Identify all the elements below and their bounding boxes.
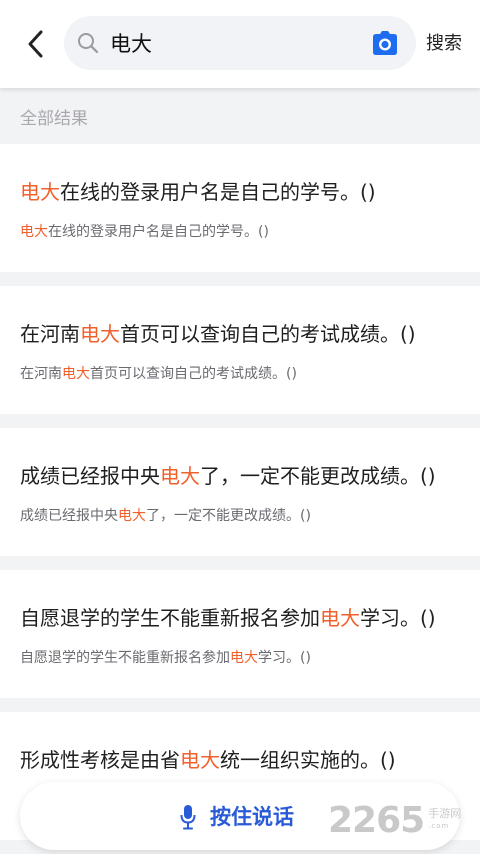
keyword-highlight: 电大 (20, 180, 60, 204)
result-title: 成绩已经报中央电大了，一定不能更改成绩。() (20, 462, 470, 490)
watermark-label: 手游网 (428, 807, 462, 820)
search-input[interactable] (110, 16, 360, 70)
result-title: 电大在线的登录用户名是自己的学号。() (20, 178, 470, 206)
camera-icon[interactable] (370, 29, 400, 57)
search-icon (78, 33, 99, 54)
result-snippet-text: 成绩已经报中央 (20, 508, 118, 524)
result-title-text: 首页可以查询自己的考试成绩。() (120, 322, 416, 346)
back-button[interactable] (18, 24, 54, 64)
result-title-text: 了，一定不能更改成绩。() (200, 464, 436, 488)
result-title: 自愿退学的学生不能重新报名参加电大学习。() (20, 604, 470, 632)
microphone-icon (180, 805, 196, 830)
keyword-highlight: 电大 (62, 366, 90, 382)
result-title-text: 成绩已经报中央 (20, 464, 160, 488)
result-title: 在河南电大首页可以查询自己的考试成绩。() (20, 320, 470, 348)
section-label: 全部结果 (20, 109, 88, 129)
result-title-text: 在线的登录用户名是自己的学号。() (60, 180, 376, 204)
watermark-logo: 2265 手游网 .com (328, 798, 478, 842)
result-title-text: 统一组织实施的。() (220, 748, 396, 772)
result-snippet-text: 在线的登录用户名是自己的学号。() (48, 224, 269, 240)
result-card[interactable]: 在河南电大首页可以查询自己的考试成绩。() 在河南电大首页可以查询自己的考试成绩。… (0, 286, 480, 414)
watermark-number: 2265 (328, 799, 425, 841)
watermark-sub: .com (428, 822, 450, 830)
search-button[interactable]: 搜索 (426, 30, 462, 58)
chevron-left-icon (28, 30, 43, 58)
keyword-highlight: 电大 (180, 748, 220, 772)
result-snippet-text: 在河南 (20, 366, 62, 382)
keyword-highlight: 电大 (20, 224, 48, 240)
hold-to-talk-label: 按住说话 (210, 805, 294, 829)
result-card[interactable]: 电大在线的登录用户名是自己的学号。() 电大在线的登录用户名是自己的学号。() (0, 144, 480, 272)
watermark-text: 手游网 .com (428, 807, 461, 833)
keyword-highlight: 电大 (160, 464, 200, 488)
result-snippet: 在河南电大首页可以查询自己的考试成绩。() (20, 364, 470, 384)
result-title-text: 学习。() (360, 606, 436, 630)
result-card[interactable]: 成绩已经报中央电大了，一定不能更改成绩。() 成绩已经报中央电大了，一定不能更改成… (0, 428, 480, 556)
result-snippet: 自愿退学的学生不能重新报名参加电大学习。() (20, 648, 470, 668)
top-bar: 搜索 (0, 0, 480, 88)
result-snippet-text: 首页可以查询自己的考试成绩。() (90, 366, 297, 382)
search-bar[interactable] (64, 16, 416, 70)
result-snippet: 电大在线的登录用户名是自己的学号。() (20, 222, 470, 242)
result-card[interactable]: 自愿退学的学生不能重新报名参加电大学习。() 自愿退学的学生不能重新报名参加电大学… (0, 570, 480, 698)
result-title-text: 形成性考核是由省 (20, 748, 180, 772)
result-title: 形成性考核是由省电大统一组织实施的。() (20, 746, 470, 774)
result-snippet-text: 了，一定不能更改成绩。() (146, 508, 311, 524)
keyword-highlight: 电大 (80, 322, 120, 346)
results-list: 电大在线的登录用户名是自己的学号。() 电大在线的登录用户名是自己的学号。() 在河… (0, 144, 480, 854)
result-snippet: 成绩已经报中央电大了，一定不能更改成绩。() (20, 506, 470, 526)
result-snippet-text: 学习。() (258, 650, 311, 666)
keyword-highlight: 电大 (118, 508, 146, 524)
keyword-highlight: 电大 (320, 606, 360, 630)
result-title-text: 在河南 (20, 322, 80, 346)
result-title-text: 自愿退学的学生不能重新报名参加 (20, 606, 320, 630)
keyword-highlight: 电大 (230, 650, 258, 666)
result-snippet-text: 自愿退学的学生不能重新报名参加 (20, 650, 230, 666)
